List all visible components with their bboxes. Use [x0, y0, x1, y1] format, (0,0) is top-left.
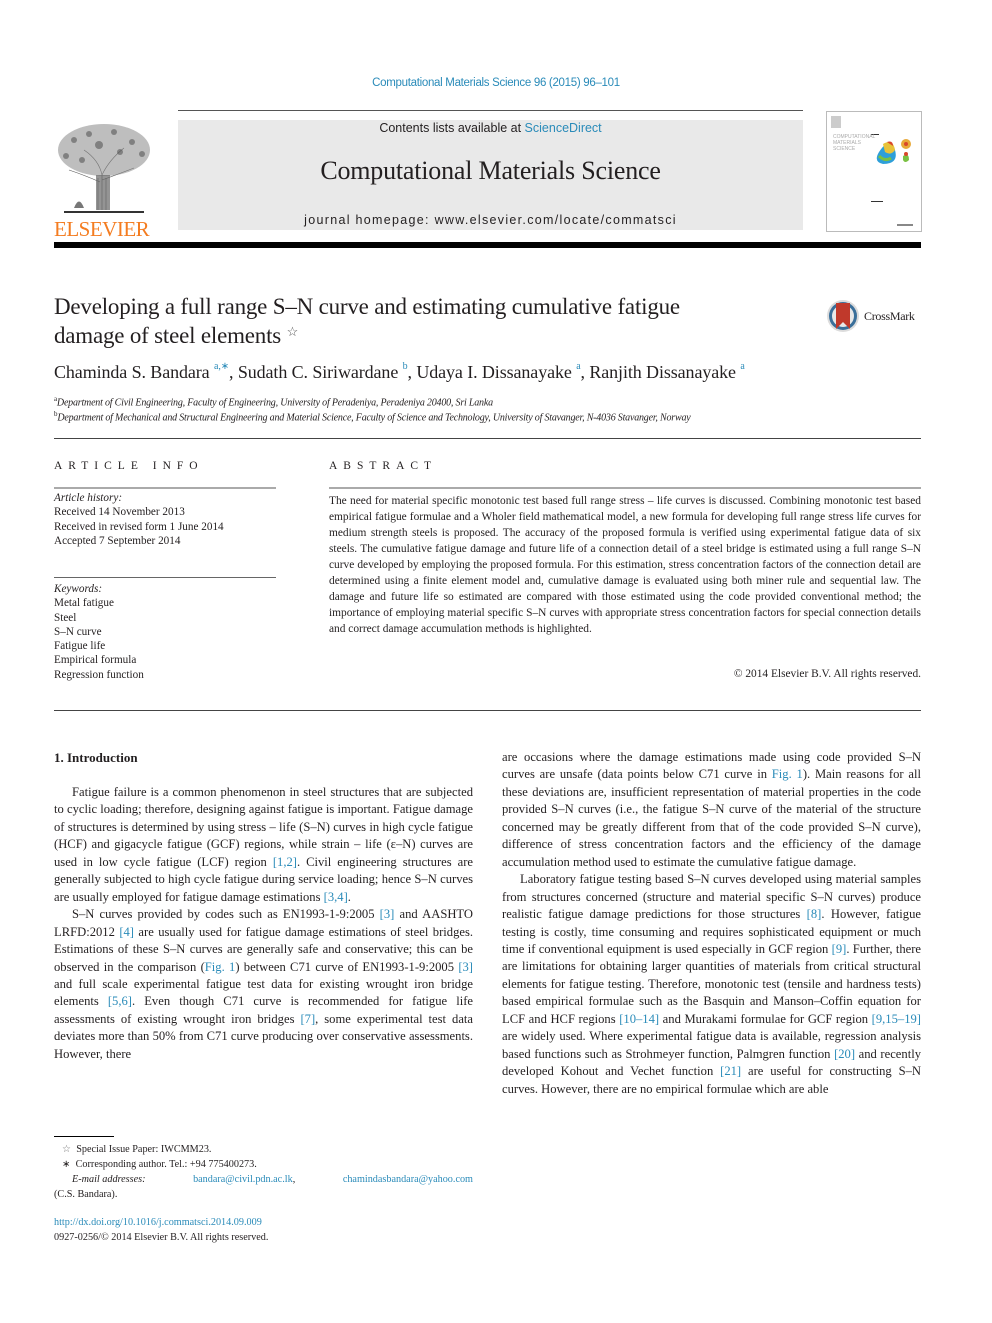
homepage-prefix: journal homepage:	[304, 213, 435, 227]
reference-link[interactable]: [10–14]	[619, 1012, 659, 1026]
author[interactable]: Ranjith Dissanayake a	[589, 361, 744, 382]
paragraph: S–N curves provided by codes such as EN1…	[54, 906, 473, 1063]
crossmark-icon	[827, 300, 859, 332]
keywords-label: Keywords:	[54, 583, 103, 595]
body-right-column: are occasions where the damage estimatio…	[502, 749, 921, 1098]
title-footnote-star[interactable]: ☆	[287, 324, 299, 339]
history-revised: Received in revised form 1 June 2014	[54, 520, 224, 533]
homepage-url[interactable]: www.elsevier.com/locate/commatsci	[435, 213, 677, 227]
body-left-column: Fatigue failure is a common phenomenon i…	[54, 784, 473, 1063]
paragraph: Fatigue failure is a common phenomenon i…	[54, 784, 473, 906]
journal-title: Computational Materials Science	[320, 156, 661, 185]
header-thick-rule	[54, 242, 921, 248]
divider	[54, 710, 921, 711]
paragraph: Laboratory fatigue testing based S–N cur…	[502, 871, 921, 1098]
keyword: Fatigue life	[54, 640, 106, 653]
journal-cover-thumbnail[interactable]: COMPUTATIONAL MATERIALS SCIENCE	[826, 111, 922, 232]
reference-link[interactable]: [3]	[380, 907, 395, 921]
doi-block: http://dx.doi.org/10.1016/j.commatsci.20…	[54, 1215, 268, 1245]
reference-link[interactable]: [1,2]	[273, 855, 297, 869]
cover-image-icon: COMPUTATIONAL MATERIALS SCIENCE	[831, 116, 913, 226]
paragraph-text: .	[347, 889, 351, 904]
crossmark-label: CrossMark	[864, 308, 915, 323]
elsevier-logo[interactable]: ELSEVIER	[54, 120, 154, 240]
abstract-rule	[329, 487, 921, 489]
author[interactable]: Chaminda S. Bandara a,∗,	[54, 361, 238, 382]
abstract-copyright: © 2014 Elsevier B.V. All rights reserved…	[733, 668, 921, 680]
email-link[interactable]: chamindasbandara@yahoo.com	[343, 1172, 473, 1187]
keyword: Empirical formula	[54, 654, 137, 667]
author[interactable]: Udaya I. Dissanayake a,	[416, 361, 589, 382]
reference-link[interactable]: Fig. 1	[772, 767, 803, 781]
reference-link[interactable]: [3,4]	[324, 890, 348, 904]
sciencedirect-link[interactable]: ScienceDirect	[525, 121, 602, 135]
elsevier-tree-icon	[54, 120, 154, 216]
keyword: S–N curve	[54, 625, 102, 638]
journal-homepage: journal homepage: www.elsevier.com/locat…	[178, 213, 803, 227]
keyword: Regression function	[54, 668, 144, 681]
reference-link[interactable]: [9,15–19]	[872, 1012, 921, 1026]
email-link[interactable]: bandara@civil.pdn.ac.lk	[193, 1174, 293, 1185]
footnote-emails: E-mail addresses: bandara@civil.pdn.ac.l…	[72, 1172, 473, 1187]
elsevier-wordmark: ELSEVIER	[54, 217, 150, 241]
paragraph-text: ). Main reasons for all these deviations…	[502, 767, 922, 869]
crossmark-badge[interactable]: CrossMark	[826, 297, 926, 335]
article-info-rule	[54, 487, 276, 489]
title-line-1: Developing a full range S–N curve and es…	[54, 294, 680, 319]
abstract-heading: ABSTRACT	[329, 460, 438, 472]
reference-link[interactable]: [8]	[807, 907, 822, 921]
footnote-corresponding: ∗ Corresponding author. Tel.: +94 775400…	[62, 1159, 257, 1170]
affiliation-a: aDepartment of Civil Engineering, Facult…	[54, 395, 493, 409]
footnotes: ☆ Special Issue Paper: IWCMM23. ∗ Corres…	[54, 1142, 473, 1202]
history-received: Received 14 November 2013	[54, 506, 185, 519]
keyword: Steel	[54, 611, 77, 624]
article-title: Developing a full range S–N curve and es…	[54, 292, 794, 350]
paragraph-text: and Murakami formulae for GCF region	[659, 1011, 872, 1026]
journal-citation[interactable]: Computational Materials Science 96 (2015…	[0, 77, 992, 89]
contents-prefix: Contents lists available at	[379, 121, 525, 135]
issn-copyright: 0927-0256/© 2014 Elsevier B.V. All right…	[54, 1232, 269, 1243]
paragraph-text: S–N curves provided by codes such as EN1…	[72, 907, 380, 922]
contents-line: Contents lists available at ScienceDirec…	[178, 121, 803, 135]
section-heading: 1. Introduction	[54, 750, 138, 765]
title-line-2: damage of steel elements	[54, 323, 282, 348]
reference-link[interactable]: [20]	[834, 1047, 855, 1061]
paragraph: are occasions where the damage estimatio…	[502, 749, 921, 871]
article-history: Article history: Received 14 November 20…	[54, 491, 224, 548]
footnote-special-issue: ☆ Special Issue Paper: IWCMM23.	[62, 1144, 212, 1155]
abstract-text: The need for material specific monotonic…	[329, 495, 921, 635]
header-rule	[178, 110, 803, 111]
paragraph-text: ) between C71 curve of EN1993-1-9:2005	[235, 959, 459, 974]
doi-link[interactable]: http://dx.doi.org/10.1016/j.commatsci.20…	[54, 1217, 262, 1228]
reference-link[interactable]: [7]	[300, 1012, 315, 1026]
reference-link[interactable]: Fig. 1	[205, 960, 236, 974]
reference-link[interactable]: [4]	[119, 925, 134, 939]
reference-link[interactable]: [9]	[832, 942, 847, 956]
keyword: Metal fatigue	[54, 597, 114, 610]
keywords-rule	[54, 577, 276, 578]
author[interactable]: Sudath C. Siriwardane b,	[238, 361, 417, 382]
affiliation-b: bDepartment of Mechanical and Structural…	[54, 410, 691, 424]
keywords: Keywords: Metal fatigue Steel S–N curve …	[54, 582, 144, 682]
email-owner: (C.S. Bandara).	[54, 1189, 118, 1200]
article-info-heading: ARTICLE INFO	[54, 460, 204, 472]
svg-text:SCIENCE: SCIENCE	[833, 146, 856, 152]
history-label: Article history:	[54, 492, 123, 504]
divider	[54, 438, 921, 439]
reference-link[interactable]: [21]	[720, 1064, 741, 1078]
reference-link[interactable]: [5,6]	[108, 994, 132, 1008]
author-list: Chaminda S. Bandara a,∗, Sudath C. Siriw…	[54, 361, 745, 383]
history-accepted: Accepted 7 September 2014	[54, 534, 181, 547]
footnote-rule	[54, 1136, 114, 1137]
reference-link[interactable]: [3]	[458, 960, 473, 974]
